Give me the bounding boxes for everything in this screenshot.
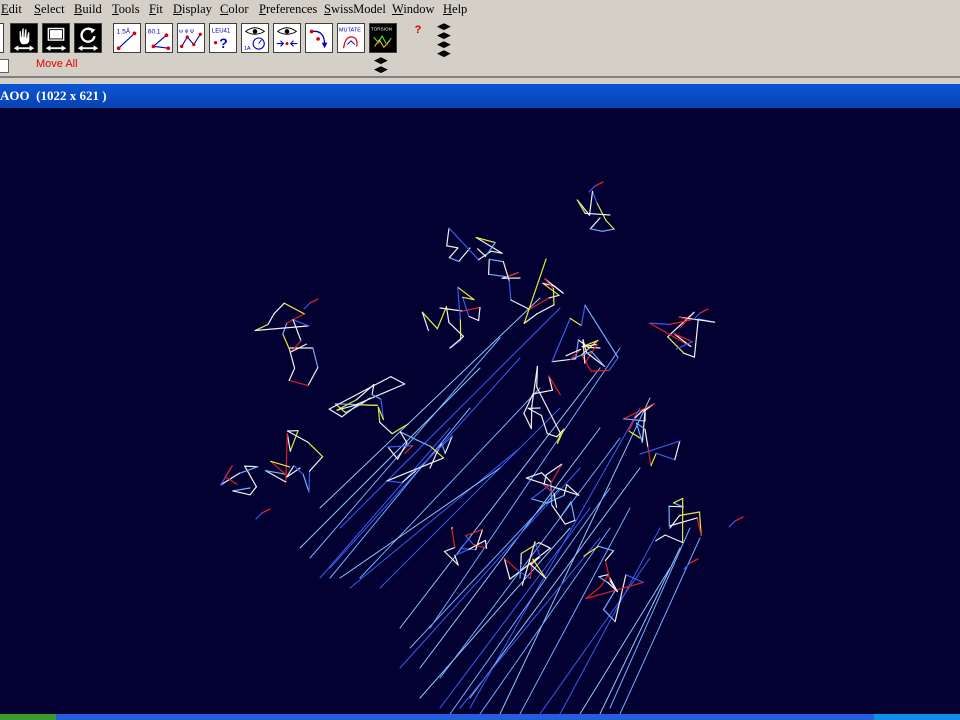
menu-window[interactable]: Window [392,2,435,17]
toolbar: 1.5Å 60.1 ω φ ψ LEU41 ? 1A MUTATE TORSIO… [0,19,960,78]
distance-icon: 1.5Å [116,26,137,51]
move-screen-button[interactable] [42,23,70,53]
toolbar-expand-arrows-icon[interactable]: ◀▶ ◀▶ [374,56,388,74]
hand-icon [13,27,35,51]
system-tray [874,714,960,720]
svg-text:MUTATE: MUTATE [339,28,361,34]
window-title: AOO (1022 x 621 ) [0,88,107,103]
svg-text:1A: 1A [244,46,251,52]
rotate-button[interactable] [74,23,102,53]
menu-swissmodel[interactable]: SwissModel [324,2,386,17]
angle-icon: 60.1 [148,28,171,51]
start-button[interactable] [0,714,56,720]
move-all-button[interactable] [10,23,38,53]
mutate-icon: MUTATE [339,28,361,49]
menu-display[interactable]: Display [173,2,212,17]
document-icon [0,59,9,73]
center-atom-button[interactable]: 1A [241,23,269,53]
menu-tools[interactable]: Tools [112,2,140,17]
menu-help[interactable]: Help [443,2,467,17]
molecule-viewer[interactable] [0,108,960,714]
svg-text:ω φ ψ: ω φ ψ [179,28,194,34]
question-icon: LEU41 ? [212,28,231,51]
toolbar-prev-button[interactable] [0,23,4,53]
menu-build[interactable]: Build [74,2,102,17]
eye-target-icon: 1A [244,27,266,52]
status-text: Move All [36,58,78,70]
toolbar-scroll-arrows-icon[interactable]: ◀▶ ◀▶ ◀▶ ◀▶ [437,22,451,58]
eye-arrows-icon [276,27,298,47]
taskbar [0,714,960,720]
measure-distance-button[interactable]: 1.5Å [113,23,141,53]
help-icon[interactable]: ? [412,24,424,36]
fit-view-button[interactable] [273,23,301,53]
fix-rotate-button[interactable] [305,23,333,53]
menu-preferences[interactable]: Preferences [259,2,317,17]
svg-text:LEU41: LEU41 [212,28,231,34]
svg-text:1.5Å: 1.5Å [117,26,131,35]
svg-text:?: ? [219,35,228,51]
molecule-structure [220,181,744,714]
residue-info-button[interactable]: LEU41 ? [209,23,237,53]
menu-bar: Edit Select Build Tools Fit Display Colo… [0,0,960,19]
torsion-button[interactable]: TORSION [369,23,397,53]
svg-text:60.1: 60.1 [148,28,161,35]
measure-torsion-button[interactable]: ω φ ψ [177,23,205,53]
svg-text:TORSION: TORSION [371,27,392,32]
mutate-button[interactable]: MUTATE [337,23,365,53]
measure-angle-button[interactable]: 60.1 [145,23,173,53]
torsion-angle-icon: ω φ ψ [179,28,202,49]
menu-edit[interactable]: Edit [1,2,22,17]
window-title-bar[interactable]: AOO (1022 x 621 ) [0,84,960,108]
curved-arrow-icon [309,29,328,49]
screen-icon [45,27,67,51]
torsion-icon: TORSION [371,27,392,48]
menu-fit[interactable]: Fit [149,2,163,17]
menu-color[interactable]: Color [220,2,248,17]
menu-select[interactable]: Select [34,2,65,17]
rotate-icon [77,27,99,51]
